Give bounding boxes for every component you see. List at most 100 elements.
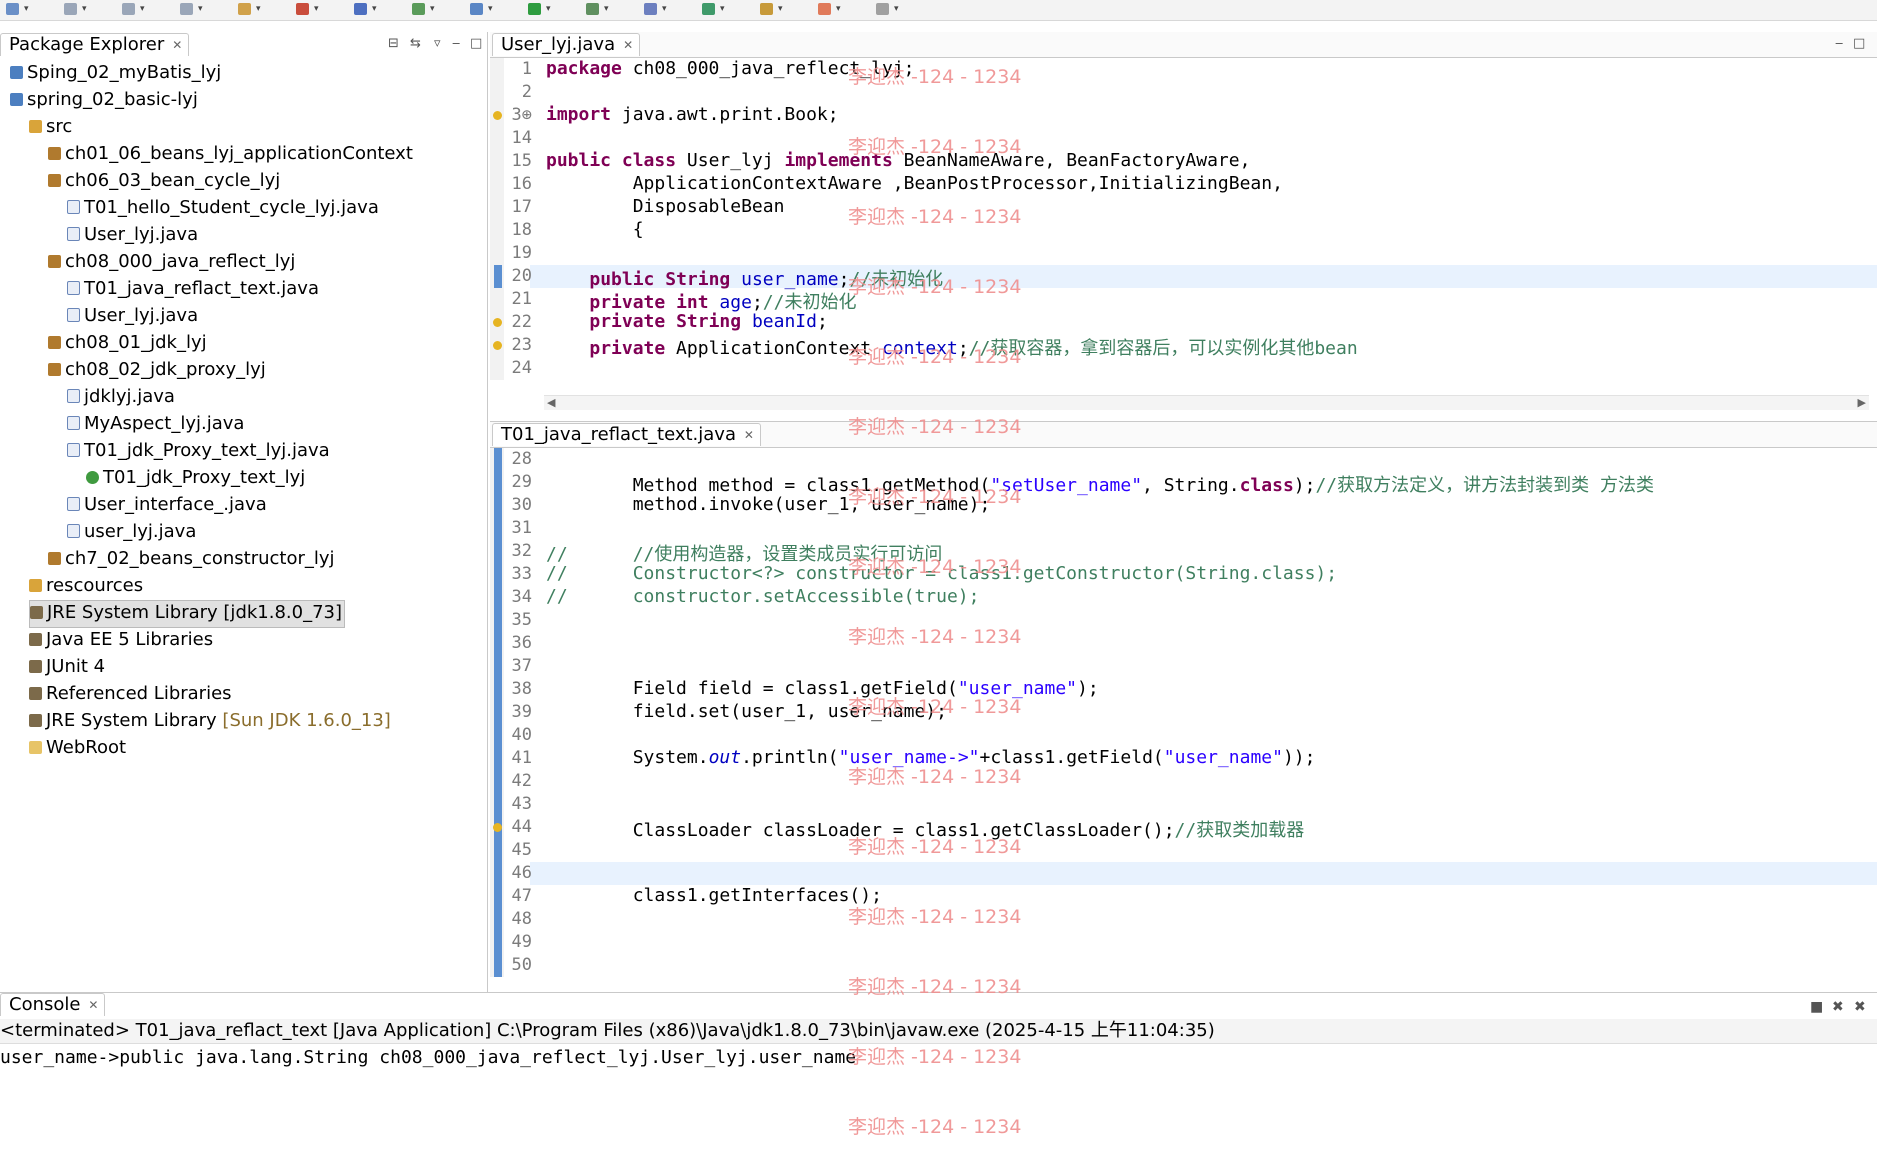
dropdown-arrow-icon[interactable]: ▾ xyxy=(372,4,377,14)
maximize-icon[interactable]: □ xyxy=(470,36,482,51)
code-line[interactable]: import java.awt.print.Book; xyxy=(546,104,839,125)
tree-item[interactable]: User_interface_.java xyxy=(67,492,267,518)
tree-item[interactable]: JUnit 4 xyxy=(29,654,105,680)
minimize-icon[interactable]: ‒ xyxy=(1835,36,1843,51)
tree-item[interactable]: T01_jdk_Proxy_text_lyj xyxy=(86,465,305,491)
dropdown-arrow-icon[interactable]: ▾ xyxy=(140,4,145,14)
dropdown-arrow-icon[interactable]: ▾ xyxy=(604,4,609,14)
external-tools-icon[interactable] xyxy=(702,3,715,15)
code-line[interactable]: class1.getInterfaces(); xyxy=(546,885,882,906)
dropdown-arrow-icon[interactable]: ▾ xyxy=(430,4,435,14)
tree-item[interactable]: ch08_000_java_reflect_lyj xyxy=(48,249,295,275)
tree-item[interactable]: MyAspect_lyj.java xyxy=(67,411,244,437)
tree-item[interactable]: Referenced Libraries xyxy=(29,681,232,707)
view-menu-icon[interactable]: ▿ xyxy=(434,36,441,51)
code-line[interactable]: field.set(user_1, user_name); xyxy=(546,701,947,722)
save-icon[interactable] xyxy=(64,3,77,15)
tree-item[interactable]: rescources xyxy=(29,573,143,599)
tree-item[interactable]: T01_jdk_Proxy_text_lyj.java xyxy=(67,438,330,464)
dropdown-arrow-icon[interactable]: ▾ xyxy=(662,4,667,14)
web-icon[interactable] xyxy=(412,3,425,15)
dropdown-arrow-icon[interactable]: ▾ xyxy=(720,4,725,14)
remove-all-icon[interactable]: ✖ xyxy=(1854,999,1866,1015)
minimize-icon[interactable]: ‒ xyxy=(452,36,460,51)
dropdown-arrow-icon[interactable]: ▾ xyxy=(546,4,551,14)
tree-item[interactable]: JRE System Library [Sun JDK 1.6.0_13] xyxy=(29,708,391,734)
console-output[interactable]: user_name->public java.lang.String ch08_… xyxy=(0,1047,856,1068)
code-line[interactable]: // Constructor<?> constructor = class1.g… xyxy=(546,563,1337,584)
code-line[interactable]: // constructor.setAccessible(true); xyxy=(546,586,979,607)
scroll-left-icon[interactable]: ◀ xyxy=(547,396,555,409)
tab-t01-java-reflact-text-java[interactable]: T01_java_reflact_text.java ✕ xyxy=(492,423,761,446)
pin-icon[interactable] xyxy=(876,3,889,15)
warning-icon[interactable] xyxy=(493,341,502,350)
close-icon[interactable]: ✕ xyxy=(88,994,98,1016)
tree-item[interactable]: ch7_02_beans_constructor_lyj xyxy=(48,546,335,572)
code-line[interactable]: ApplicationContextAware ,BeanPostProcess… xyxy=(546,173,1283,194)
tree-item[interactable]: spring_02_basic-lyj xyxy=(10,87,198,113)
tab-console[interactable]: Console ✕ xyxy=(0,993,106,1016)
tree-item[interactable]: WebRoot xyxy=(29,735,126,761)
forward-icon[interactable] xyxy=(818,3,831,15)
print-icon[interactable] xyxy=(180,3,193,15)
tree-item[interactable]: User_lyj.java xyxy=(67,303,198,329)
back-icon[interactable] xyxy=(760,3,773,15)
tree-item[interactable]: jdklyj.java xyxy=(67,384,175,410)
server-icon[interactable] xyxy=(354,3,367,15)
warning-icon[interactable] xyxy=(493,318,502,327)
tree-item[interactable]: ch01_06_beans_lyj_applicationContext xyxy=(48,141,413,167)
scroll-right-icon[interactable]: ▶ xyxy=(1858,396,1866,409)
save-all-icon[interactable] xyxy=(122,3,135,15)
profile-icon[interactable] xyxy=(644,3,657,15)
tree-item[interactable]: T01_hello_Student_cycle_lyj.java xyxy=(67,195,379,221)
code-line[interactable]: Field field = class1.getField("user_name… xyxy=(546,678,1099,699)
code-line[interactable]: package ch08_000_java_reflect_lyj; xyxy=(546,58,914,79)
dropdown-arrow-icon[interactable]: ▾ xyxy=(894,4,899,14)
code-line[interactable]: private String beanId; xyxy=(546,311,827,332)
code-line[interactable]: public class User_lyj implements BeanNam… xyxy=(546,150,1250,171)
warning-icon[interactable] xyxy=(493,823,502,832)
code-line[interactable]: DisposableBean xyxy=(546,196,785,217)
dropdown-arrow-icon[interactable]: ▾ xyxy=(778,4,783,14)
tree-item[interactable]: ch08_02_jdk_proxy_lyj xyxy=(48,357,266,383)
tree-item[interactable]: JRE System Library [jdk1.8.0_73] xyxy=(29,600,346,628)
code-line[interactable]: System.out.println("user_name->"+class1.… xyxy=(546,747,1316,768)
code-line[interactable]: private ApplicationContext context;//获取容… xyxy=(546,334,1357,360)
tree-item[interactable]: Java EE 5 Libraries xyxy=(29,627,213,653)
tree-item[interactable]: src xyxy=(29,114,72,140)
tree-item[interactable]: ch06_03_bean_cycle_lyj xyxy=(48,168,280,194)
dropdown-arrow-icon[interactable]: ▾ xyxy=(198,4,203,14)
link-editor-icon[interactable]: ⇆ xyxy=(410,36,421,51)
remove-launch-icon[interactable]: ✖ xyxy=(1832,999,1844,1015)
horizontal-scrollbar[interactable]: ◀ ▶ xyxy=(544,395,1869,410)
dropdown-arrow-icon[interactable]: ▾ xyxy=(24,4,29,14)
code-line[interactable]: { xyxy=(546,219,644,240)
dropdown-arrow-icon[interactable]: ▾ xyxy=(488,4,493,14)
new-wizard-icon[interactable] xyxy=(238,3,251,15)
terminate-icon[interactable]: ■ xyxy=(1810,999,1823,1015)
dropdown-arrow-icon[interactable]: ▾ xyxy=(314,4,319,14)
search-icon[interactable] xyxy=(470,3,483,15)
close-icon[interactable]: ✕ xyxy=(623,34,633,56)
tree-item[interactable]: T01_java_reflact_text.java xyxy=(67,276,319,302)
maximize-icon[interactable]: □ xyxy=(1853,36,1865,51)
dropdown-arrow-icon[interactable]: ▾ xyxy=(256,4,261,14)
new-icon[interactable] xyxy=(6,3,19,15)
tab-package-explorer[interactable]: Package Explorer ✕ xyxy=(0,33,190,56)
code-line[interactable]: method.invoke(user_1, user_name); xyxy=(546,494,991,515)
tree-item[interactable]: Sping_02_myBatis_lyj xyxy=(10,60,221,86)
collapse-all-icon[interactable]: ⊟ xyxy=(388,36,399,51)
code-line[interactable]: ClassLoader classLoader = class1.getClas… xyxy=(546,816,1305,842)
build-icon[interactable] xyxy=(296,3,309,15)
tree-item[interactable]: User_lyj.java xyxy=(67,222,198,248)
debug-icon[interactable] xyxy=(586,3,599,15)
close-icon[interactable]: ✕ xyxy=(172,34,182,56)
close-icon[interactable]: ✕ xyxy=(744,424,754,446)
dropdown-arrow-icon[interactable]: ▾ xyxy=(836,4,841,14)
dropdown-arrow-icon[interactable]: ▾ xyxy=(82,4,87,14)
run-icon[interactable] xyxy=(528,3,541,15)
tree-item[interactable]: ch08_01_jdk_lyj xyxy=(48,330,207,356)
tree-item[interactable]: user_lyj.java xyxy=(67,519,196,545)
tab-user-lyj-java[interactable]: User_lyj.java ✕ xyxy=(492,33,641,56)
warning-icon[interactable] xyxy=(493,111,502,120)
